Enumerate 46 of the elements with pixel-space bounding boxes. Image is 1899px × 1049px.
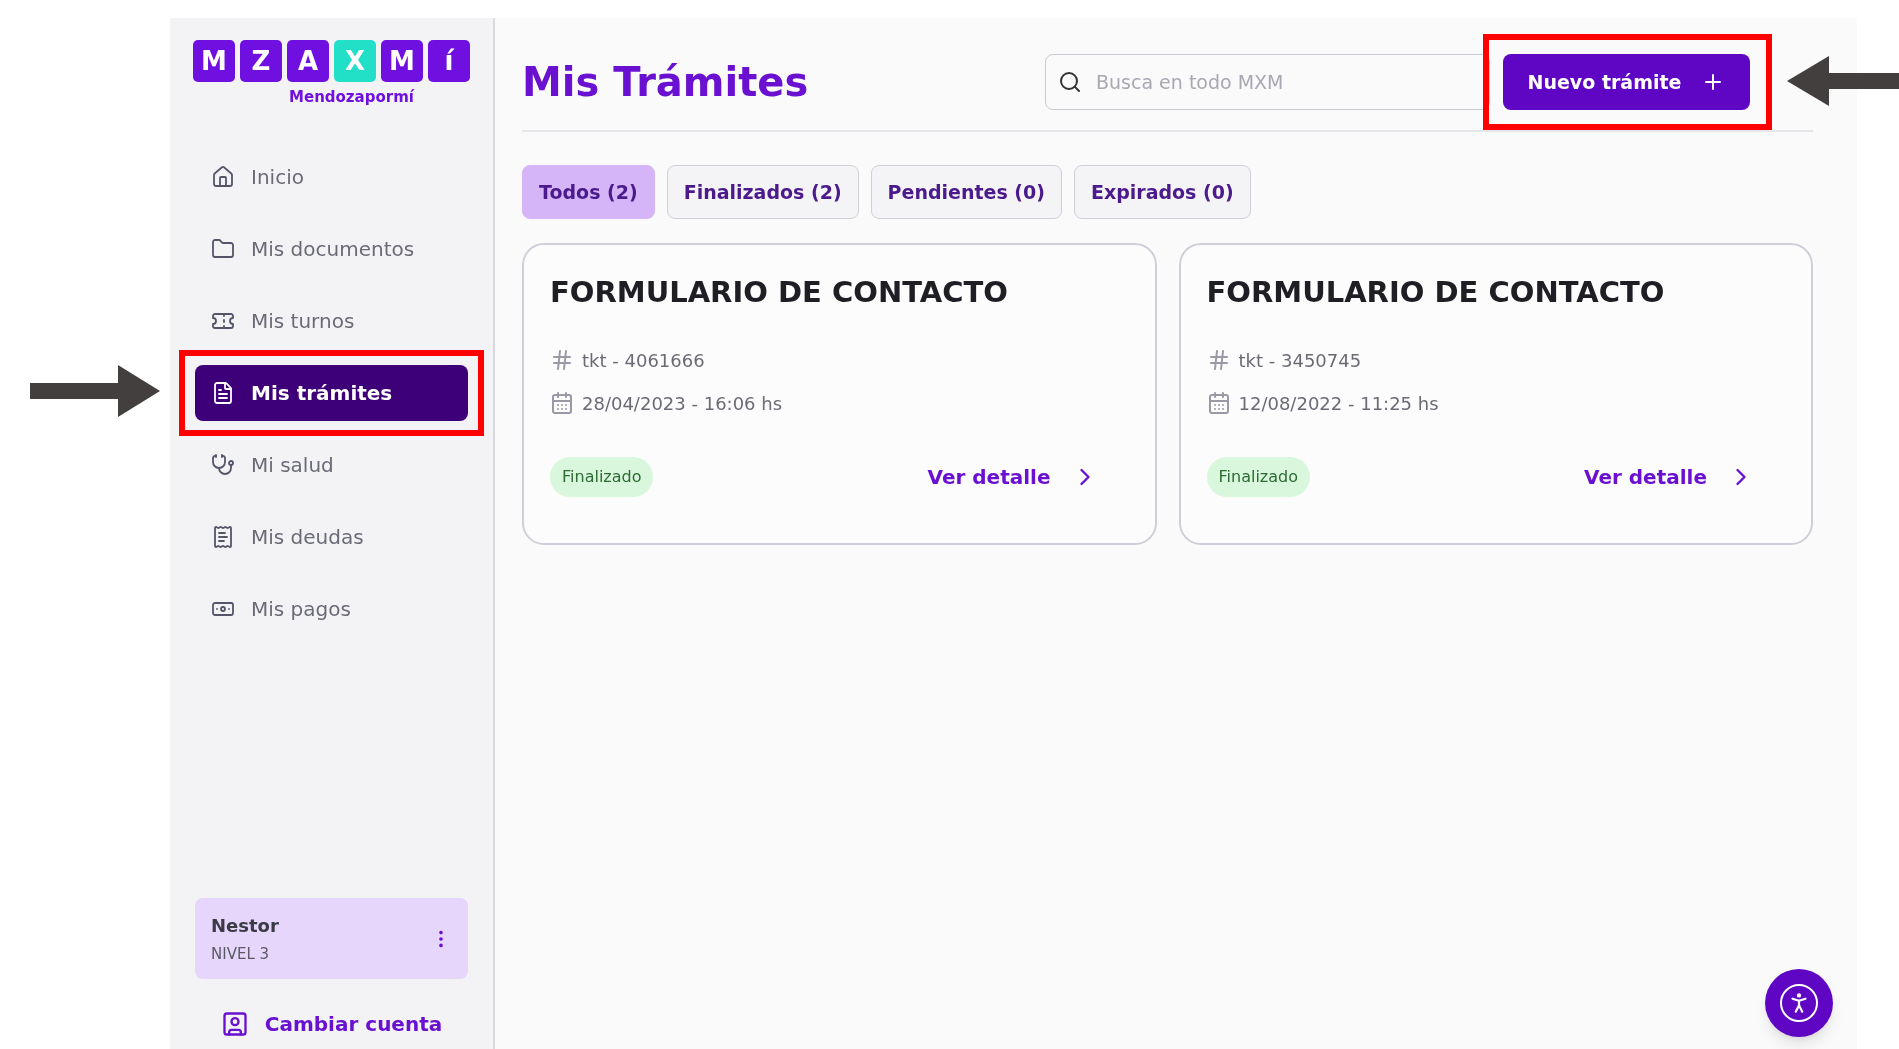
logo-tile: M [381, 40, 423, 82]
user-level: NIVEL 3 [211, 943, 271, 965]
logo-tile: A [287, 40, 329, 82]
calendar-icon [550, 391, 574, 415]
status-badge: Finalizado [1206, 456, 1310, 497]
card-title: FORMULARIO DE CONTACTO [550, 274, 1009, 311]
detail-link[interactable]: Ver detalle [1584, 461, 1755, 492]
calendar-icon [1206, 391, 1231, 415]
search-icon [1058, 70, 1082, 94]
filter-tab[interactable]: Finalizados (2) [666, 165, 859, 219]
date-text: 12/08/2022 - 11:25 hs [1238, 391, 1439, 416]
logo-tile: M [193, 40, 235, 82]
filter-tab[interactable]: Pendientes (0) [870, 165, 1062, 219]
card-title: FORMULARIO DE CONTACTO [1206, 274, 1666, 311]
switch-account-link[interactable]: Cambiar cuenta [220, 1009, 443, 1039]
status-badge: Finalizado [550, 456, 654, 497]
sidebar-item[interactable]: Mi salud [195, 436, 468, 493]
sidebar-item[interactable]: Mis deudas [195, 508, 468, 565]
home-icon [211, 164, 235, 189]
ticket-number: tkt - 4061666 [582, 348, 705, 373]
folder-icon [211, 236, 235, 261]
account-icon [220, 1010, 249, 1038]
sidebar-item[interactable]: Mis pagos [195, 580, 468, 637]
new-procedure-button[interactable]: Nuevo trámite [1503, 54, 1750, 110]
ticket-number: tkt - 3450745 [1238, 348, 1362, 373]
stethoscope-icon [211, 452, 235, 477]
hash-icon [550, 348, 574, 372]
accessibility-button[interactable] [1765, 969, 1833, 1037]
detail-link[interactable]: Ver detalle [927, 461, 1099, 492]
sidebar-item[interactable]: Mis trámites [195, 364, 468, 421]
logo-tile: Z [240, 40, 282, 82]
date-text: 28/04/2023 - 16:06 hs [582, 391, 783, 416]
filter-tab[interactable]: Todos (2) [522, 165, 655, 219]
filter-tab[interactable]: Expirados (0) [1073, 165, 1251, 219]
logo-tile: X [334, 40, 376, 82]
sidebar-item[interactable]: Mis documentos [195, 220, 468, 277]
document-icon [211, 380, 235, 405]
page-title: Mis Trámites [522, 58, 809, 107]
search-field[interactable]: Busca en todo MXM [1045, 54, 1490, 110]
user-name: Nestor [211, 913, 279, 938]
sidebar-item[interactable]: Mis turnos [195, 292, 468, 349]
logo-tagline: Mendozapormí [289, 87, 414, 108]
receipt-icon [211, 524, 235, 549]
logo-tile: í [428, 40, 470, 82]
accessibility-icon [1780, 984, 1818, 1022]
sidebar-item[interactable]: Inicio [195, 148, 468, 205]
